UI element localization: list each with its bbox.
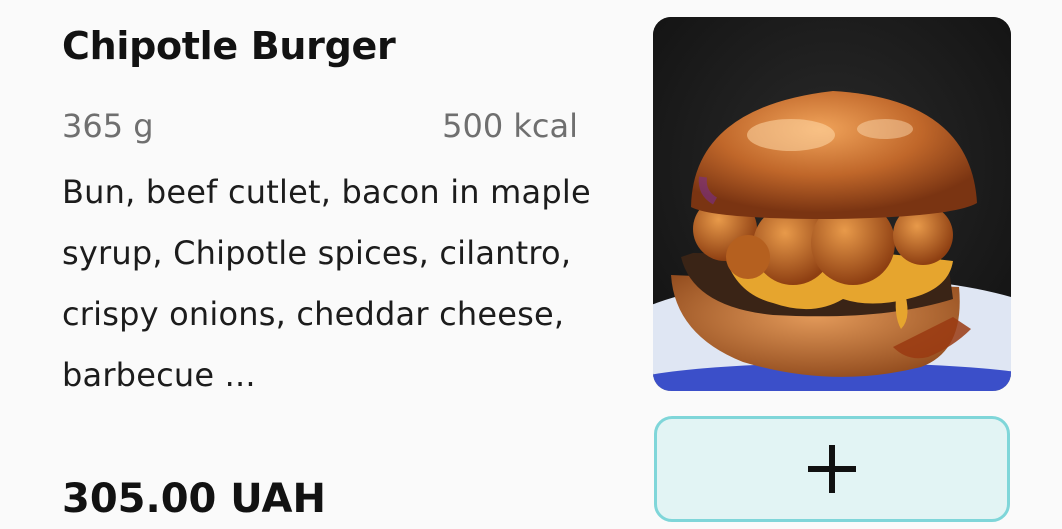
product-description: Bun, beef cutlet, bacon in maple syrup, … xyxy=(62,173,591,394)
add-to-cart-button[interactable] xyxy=(654,416,1010,522)
product-weight: 365 g xyxy=(62,107,154,145)
plus-icon xyxy=(808,445,856,493)
product-calories: 500 kcal xyxy=(442,107,578,145)
product-title: Chipotle Burger xyxy=(62,24,396,68)
product-card[interactable]: Chipotle Burger 365 g 500 kcal Bun, beef… xyxy=(0,0,1062,529)
product-image[interactable] xyxy=(653,17,1011,391)
product-price: 305.00 UAH xyxy=(62,476,326,522)
burger-image xyxy=(653,17,1011,391)
